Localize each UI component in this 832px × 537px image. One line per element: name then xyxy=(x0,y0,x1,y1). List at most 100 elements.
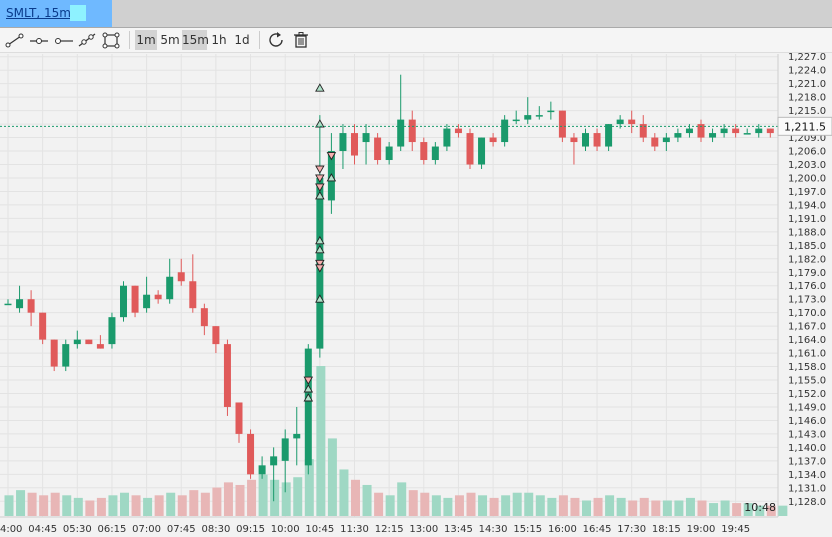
y-tick-label: 1,167.0 xyxy=(788,322,826,333)
candle-body xyxy=(454,128,462,134)
candle-body xyxy=(709,133,717,138)
volume-bar xyxy=(582,500,591,516)
x-tick-label: 08:30 xyxy=(201,524,230,535)
candle-body xyxy=(628,119,636,125)
candle-body xyxy=(616,119,624,125)
y-tick-label: 1,155.0 xyxy=(788,376,826,387)
candle-body xyxy=(408,119,416,143)
x-axis: 04:00 04:45 05:30 06:15 07:00 07:45 08:30 09:15… xyxy=(0,524,750,535)
volume-bar xyxy=(327,438,337,516)
x-tick-label: 13:00 xyxy=(409,524,438,535)
candle-body xyxy=(96,344,104,349)
candle-body xyxy=(674,133,682,138)
y-tick-label: 1,140.0 xyxy=(788,443,826,454)
volume-bar xyxy=(304,459,314,516)
candle-body xyxy=(558,110,566,138)
candle xyxy=(674,128,682,143)
candle-body xyxy=(16,299,24,309)
candle-body xyxy=(154,294,162,300)
volume-bar xyxy=(316,366,326,516)
last-price-label: 1,211.5 xyxy=(777,116,832,136)
volume-bar xyxy=(4,495,14,516)
y-tick-label: 1,176.0 xyxy=(788,281,826,292)
volume-bar xyxy=(258,474,268,516)
candle-body xyxy=(535,115,543,117)
x-tick-label: 07:00 xyxy=(132,524,161,535)
x-tick-label: 04:00 xyxy=(0,524,22,535)
candle-body xyxy=(247,433,255,475)
candle xyxy=(478,137,486,169)
x-tick-label: 10:45 xyxy=(305,524,334,535)
candle xyxy=(4,299,12,306)
candle xyxy=(351,124,358,165)
candle-body xyxy=(385,146,393,161)
volume-bar xyxy=(189,490,199,516)
x-tick-label: 10:00 xyxy=(271,524,300,535)
volume-bar xyxy=(616,497,626,516)
candle xyxy=(397,74,405,152)
y-tick-label: 1,221.0 xyxy=(788,79,826,90)
volume-bar xyxy=(16,490,26,516)
volume-bar xyxy=(478,495,488,516)
candle xyxy=(547,101,555,120)
x-tick-label: 12:15 xyxy=(375,524,404,535)
candle-body xyxy=(420,142,428,161)
candle-body xyxy=(166,276,174,300)
y-tick-label: 1,149.0 xyxy=(788,402,826,413)
candle-body xyxy=(212,326,220,345)
candle xyxy=(582,128,589,152)
candle-body xyxy=(293,433,301,439)
volume-bar xyxy=(39,495,49,516)
candle-body xyxy=(431,146,439,161)
candle xyxy=(16,285,24,313)
y-tick-label: 1,152.0 xyxy=(788,389,826,400)
candle-body xyxy=(39,312,47,340)
candle-body xyxy=(478,137,486,165)
candle-body xyxy=(524,115,532,120)
candle xyxy=(408,110,416,152)
candle xyxy=(512,110,520,125)
volume-bar xyxy=(605,495,615,516)
y-tick-label: 1,146.0 xyxy=(788,416,826,427)
x-tick-label: 11:30 xyxy=(340,524,369,535)
candle xyxy=(651,133,659,152)
x-tick-label: 09:15 xyxy=(236,524,265,535)
y-tick-label: 1,161.0 xyxy=(788,349,826,360)
x-tick-label: 07:45 xyxy=(167,524,196,535)
y-tick-label: 1,224.0 xyxy=(788,66,826,77)
candle xyxy=(766,128,774,138)
candle xyxy=(166,258,174,304)
volume-bar xyxy=(454,495,464,516)
y-tick-label: 1,218.0 xyxy=(788,93,826,104)
y-tick-label: 1,143.0 xyxy=(788,429,826,440)
y-tick-label: 1,137.0 xyxy=(788,456,826,467)
volume-bar xyxy=(247,479,257,516)
y-tick-label: 1,134.0 xyxy=(788,470,826,481)
volume-bar xyxy=(547,497,557,516)
candle xyxy=(697,119,705,143)
y-tick-label: 1,227.0 xyxy=(788,52,826,63)
candle-body xyxy=(281,438,289,461)
candle-body xyxy=(351,133,358,156)
y-tick-label: 1,215.0 xyxy=(788,106,826,117)
volume-bar xyxy=(443,497,453,516)
volume-bar xyxy=(50,492,60,516)
candle-body xyxy=(62,344,70,367)
candle xyxy=(85,339,93,345)
y-tick-label: 1,203.0 xyxy=(788,160,826,171)
candle xyxy=(212,326,220,354)
candle xyxy=(570,133,578,165)
volume-bar xyxy=(535,495,545,516)
candle xyxy=(662,133,670,152)
volume-bar xyxy=(408,490,418,516)
y-tick-label: 1,197.0 xyxy=(788,187,826,198)
candle-body xyxy=(512,119,520,122)
candle-body xyxy=(235,402,243,434)
volume-bar xyxy=(674,500,684,516)
candle xyxy=(743,128,751,135)
x-tick-label: 06:15 xyxy=(98,524,127,535)
volume-bar xyxy=(281,482,291,516)
candle xyxy=(374,133,382,165)
price-chart[interactable]: 1,128.0 1,131.0 1,134.0 1,137.0 1,140.0 1,143… xyxy=(0,0,832,537)
candles xyxy=(4,74,786,502)
